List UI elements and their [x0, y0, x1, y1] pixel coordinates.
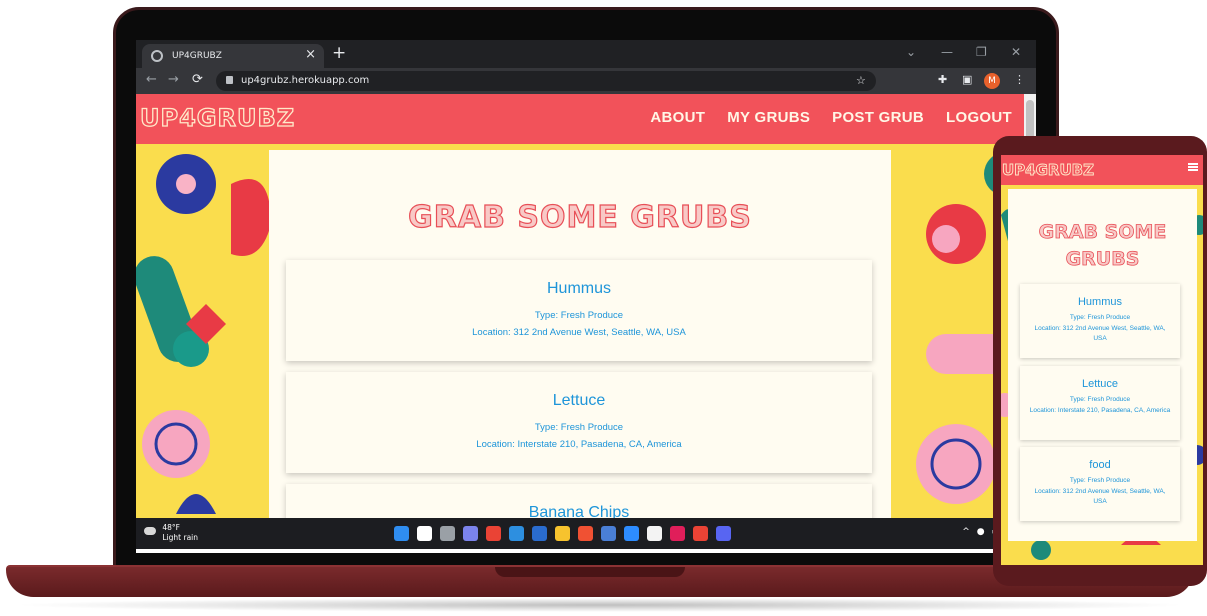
grub-type: Type: Fresh Produce: [534, 422, 624, 433]
address-bar[interactable]: up4grubz.herokuapp.com ☆: [216, 71, 876, 91]
phone-grub-card[interactable]: food Type: Fresh Produce Location: 312 2…: [1020, 447, 1180, 521]
phone-page-title: GRAB SOME GRUBS: [1038, 221, 1167, 271]
laptop-notch: [495, 567, 685, 577]
file-explorer-icon[interactable]: [555, 526, 570, 541]
forward-icon[interactable]: →: [168, 72, 179, 87]
zoom-icon[interactable]: [624, 526, 639, 541]
grub-name: Banana Chips: [528, 504, 630, 518]
reload-icon[interactable]: ⟳: [192, 72, 203, 87]
grub-card[interactable]: Banana Chips: [286, 484, 872, 518]
browser-tab-strip: UP4GRUBZ × + ⌄ — ❐ ✕: [136, 40, 1036, 68]
outlook-icon[interactable]: [532, 526, 547, 541]
grub-type: Type: Fresh Produce: [1069, 477, 1131, 484]
tab-title: UP4GRUBZ: [172, 51, 222, 61]
nav-about-link[interactable]: ABOUT: [650, 109, 705, 126]
laptop-screen: UP4GRUBZ × + ⌄ — ❐ ✕ ← → ⟳ up4grubz.hero…: [136, 40, 1036, 553]
phone-navbar: UP4GRUBZ: [1001, 155, 1203, 185]
grub-card[interactable]: Hummus Type: Fresh Produce Location: 312…: [286, 260, 872, 361]
globe-icon: [151, 50, 163, 62]
phone-content-panel: GRAB SOME GRUBS Hummus Type: Fresh Produ…: [1008, 189, 1197, 541]
grub-type: Type: Fresh Produce: [1069, 396, 1131, 403]
search-icon[interactable]: [417, 526, 432, 541]
tab-close-icon[interactable]: ×: [305, 47, 316, 62]
discord-icon[interactable]: [716, 526, 731, 541]
bookmark-star-icon[interactable]: ☆: [856, 74, 866, 87]
nav-logout-link[interactable]: LOGOUT: [946, 109, 1012, 126]
mic-icon[interactable]: ●: [977, 527, 985, 537]
grub-location: Location: 312 2nd Avenue West, Seattle, …: [1034, 488, 1166, 505]
main-content-panel: GRAB SOME GRUBS Hummus Type: Fresh Produ…: [269, 150, 891, 518]
grub-location: Location: Interstate 210, Pasadena, CA, …: [1029, 407, 1171, 414]
windows-taskbar: 48°F Light rain ^ ● ▭ ◀ ▮: [136, 518, 1036, 549]
phone-grub-card[interactable]: Hummus Type: Fresh Produce Location: 312…: [1020, 284, 1180, 358]
grub-name: Hummus: [1077, 296, 1122, 308]
weather-temp: 48°F: [162, 523, 180, 532]
restore-icon[interactable]: ❐: [976, 45, 987, 59]
lock-icon: [226, 76, 233, 84]
new-tab-button[interactable]: +: [332, 43, 346, 63]
chrome-icon[interactable]: [486, 526, 501, 541]
cloud-rain-icon: [144, 527, 156, 535]
weather-widget[interactable]: 48°F Light rain: [144, 523, 198, 543]
close-window-icon[interactable]: ✕: [1011, 45, 1021, 59]
task-view-icon[interactable]: [440, 526, 455, 541]
grub-name: food: [1089, 459, 1111, 471]
grub-name: Lettuce: [1081, 378, 1119, 390]
device-mockup: UP4GRUBZ × + ⌄ — ❐ ✕ ← → ⟳ up4grubz.hero…: [0, 0, 1207, 616]
vscode-icon[interactable]: [509, 526, 524, 541]
chat-icon[interactable]: [463, 526, 478, 541]
hamburger-menu-icon[interactable]: [1188, 163, 1198, 171]
chevron-up-icon[interactable]: ^: [962, 527, 970, 537]
nav-my-grubs-link[interactable]: MY GRUBS: [727, 109, 810, 126]
browser-toolbar: ← → ⟳ up4grubz.herokuapp.com ☆ ✚ ▣ M ⋮: [136, 68, 1036, 94]
menu-icon[interactable]: ⋮: [1014, 73, 1025, 86]
side-panel-icon[interactable]: ▣: [962, 73, 972, 86]
phone-grub-card[interactable]: Lettuce Type: Fresh Produce Location: In…: [1020, 366, 1180, 440]
url-text: up4grubz.herokuapp.com: [241, 75, 370, 86]
browser-tab[interactable]: UP4GRUBZ ×: [142, 44, 324, 68]
grub-location: Location: Interstate 210, Pasadena, CA, …: [476, 439, 682, 450]
laptop-shadow: [10, 598, 1190, 612]
git-icon[interactable]: [578, 526, 593, 541]
weather-condition: Light rain: [162, 533, 199, 542]
profile-avatar[interactable]: M: [984, 73, 1000, 89]
grub-type: Type: Fresh Produce: [534, 310, 624, 321]
phone-brand-logo[interactable]: UP4GRUBZ: [1002, 161, 1095, 180]
calendar-icon[interactable]: [647, 526, 662, 541]
slack-icon[interactable]: [670, 526, 685, 541]
phone-screen: UP4GRUBZ GRAB SOME GRUBS Hummus Type: Fr…: [1001, 155, 1203, 565]
web-page: UP4GRUBZ ABOUT MY GRUBS POST GRUB LOGOUT…: [136, 94, 1024, 518]
minimize-icon[interactable]: —: [941, 45, 953, 59]
grub-location: Location: 312 2nd Avenue West, Seattle, …: [1034, 325, 1166, 342]
chrome-profile-icon[interactable]: [693, 526, 708, 541]
windows-start-icon[interactable]: [394, 526, 409, 541]
grub-name: Lettuce: [552, 392, 606, 409]
nav-post-grub-link[interactable]: POST GRUB: [832, 109, 924, 126]
grub-card[interactable]: Lettuce Type: Fresh Produce Location: In…: [286, 372, 872, 473]
back-icon[interactable]: ←: [146, 72, 157, 87]
taskbar-apps: [394, 526, 731, 541]
site-brand-logo[interactable]: UP4GRUBZ: [139, 103, 295, 132]
site-navbar: UP4GRUBZ ABOUT MY GRUBS POST GRUB LOGOUT: [136, 94, 1024, 144]
nav-links: ABOUT MY GRUBS POST GRUB LOGOUT: [650, 109, 1012, 126]
grub-type: Type: Fresh Produce: [1069, 314, 1131, 321]
extensions-icon[interactable]: ✚: [938, 73, 947, 86]
page-title: GRAB SOME GRUBS: [408, 199, 752, 235]
tab-search-icon[interactable]: ⌄: [906, 45, 916, 59]
grub-name: Hummus: [546, 280, 611, 297]
grub-location: Location: 312 2nd Avenue West, Seattle, …: [472, 327, 686, 338]
terminal-icon[interactable]: [601, 526, 616, 541]
